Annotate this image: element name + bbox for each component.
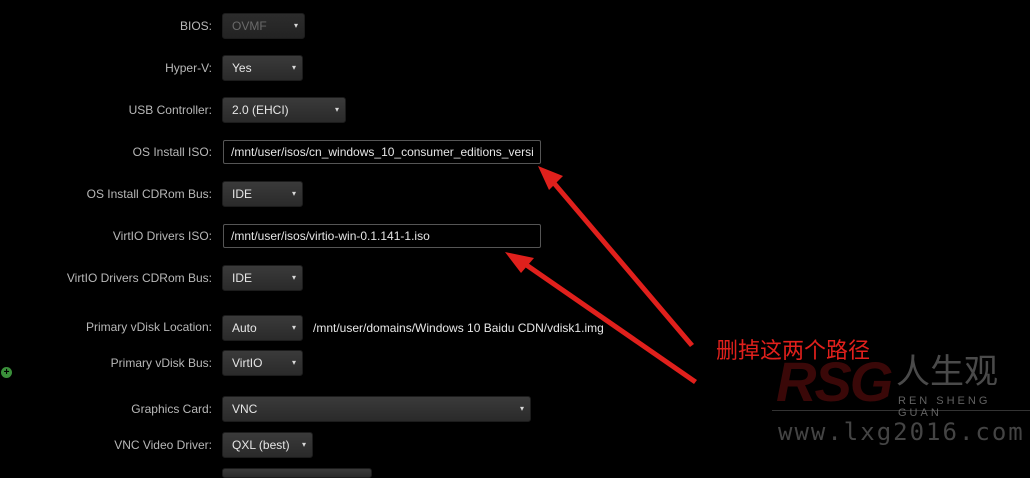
annotation-text: 删掉这两个路径	[716, 339, 871, 364]
annotation-arrows	[505, 166, 697, 384]
arrow-to-os-iso	[549, 177, 694, 347]
